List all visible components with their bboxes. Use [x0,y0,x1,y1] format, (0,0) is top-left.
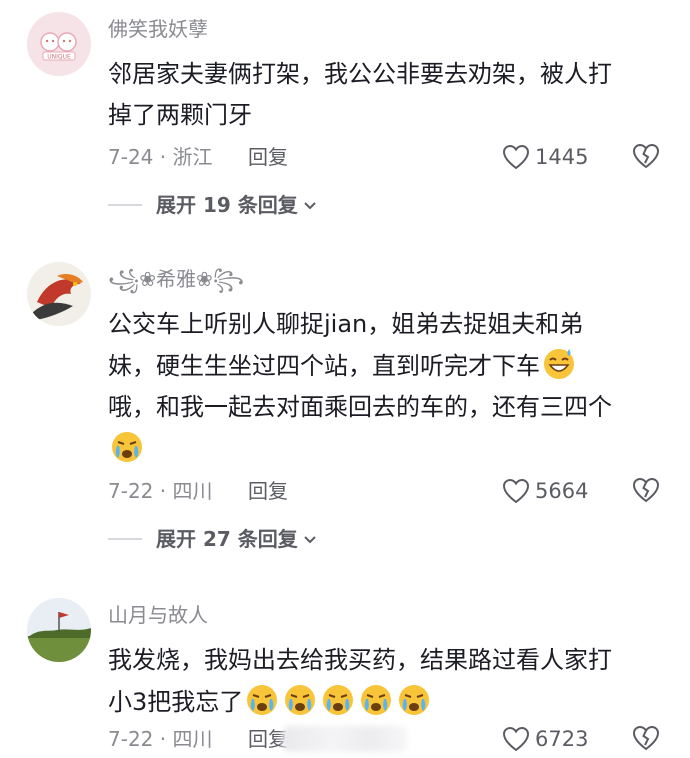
crying-face-emoji-icon [112,432,142,462]
comment-date-location: 7-22 · 四川 [108,479,213,503]
like-button[interactable]: 5664 [502,476,588,506]
comment-text: 我发烧，我妈出去给我买药，结果路过看人家打 小3把我忘了 [108,646,612,716]
dislike-icon[interactable] [632,476,660,504]
dislike-icon[interactable] [632,724,660,752]
heart-icon [502,144,530,170]
crying-face-emoji-icon [285,685,316,715]
crying-face-emoji-icon [323,685,354,715]
chevron-down-icon [304,536,316,544]
comment-text: 邻居家夫妻俩打架，我公公非要去劝架，被人打 掉了两颗门牙 [108,60,612,129]
reply-button[interactable]: 回复 [248,476,288,506]
chevron-down-icon [304,202,316,210]
comment-date-location: 7-22 · 四川 [108,727,213,751]
blurred-overlay [282,726,408,752]
username[interactable]: 佛笑我妖孽 [108,14,208,44]
heart-icon [502,478,530,504]
svg-text:UNIQUE: UNIQUE [47,54,71,61]
like-count: 5664 [535,479,589,503]
avatar[interactable] [27,262,91,326]
crying-face-emoji-icon [361,685,392,715]
grinning-sweat-emoji-icon [544,349,574,379]
crying-face-emoji-icon [247,685,278,715]
expand-replies-button[interactable]: 展开 27 条回复 [108,524,318,554]
dislike-icon[interactable] [632,142,660,170]
like-button[interactable]: 6723 [502,724,588,754]
avatar[interactable]: UNIQUE [27,12,91,76]
comment-date-location: 7-24 · 浙江 [108,145,213,169]
divider [108,538,142,540]
reply-button[interactable]: 回复 [248,142,288,172]
like-count: 1445 [535,145,589,169]
username[interactable]: ꧁❀希雅❀꧂ [108,264,244,294]
expand-replies-button[interactable]: 展开 19 条回复 [108,190,318,220]
like-count: 6723 [535,727,589,751]
username[interactable]: 山月与故人 [108,600,208,630]
comment-text: 公交车上听别人聊捉jian，姐弟去捉姐夫和弟 妹，硬生生坐过四个站，直到听完才下… [108,304,668,470]
heart-icon [502,726,530,752]
divider [108,204,142,206]
avatar[interactable] [27,598,91,662]
crying-face-emoji-icon [399,685,430,715]
like-button[interactable]: 1445 [502,142,588,172]
